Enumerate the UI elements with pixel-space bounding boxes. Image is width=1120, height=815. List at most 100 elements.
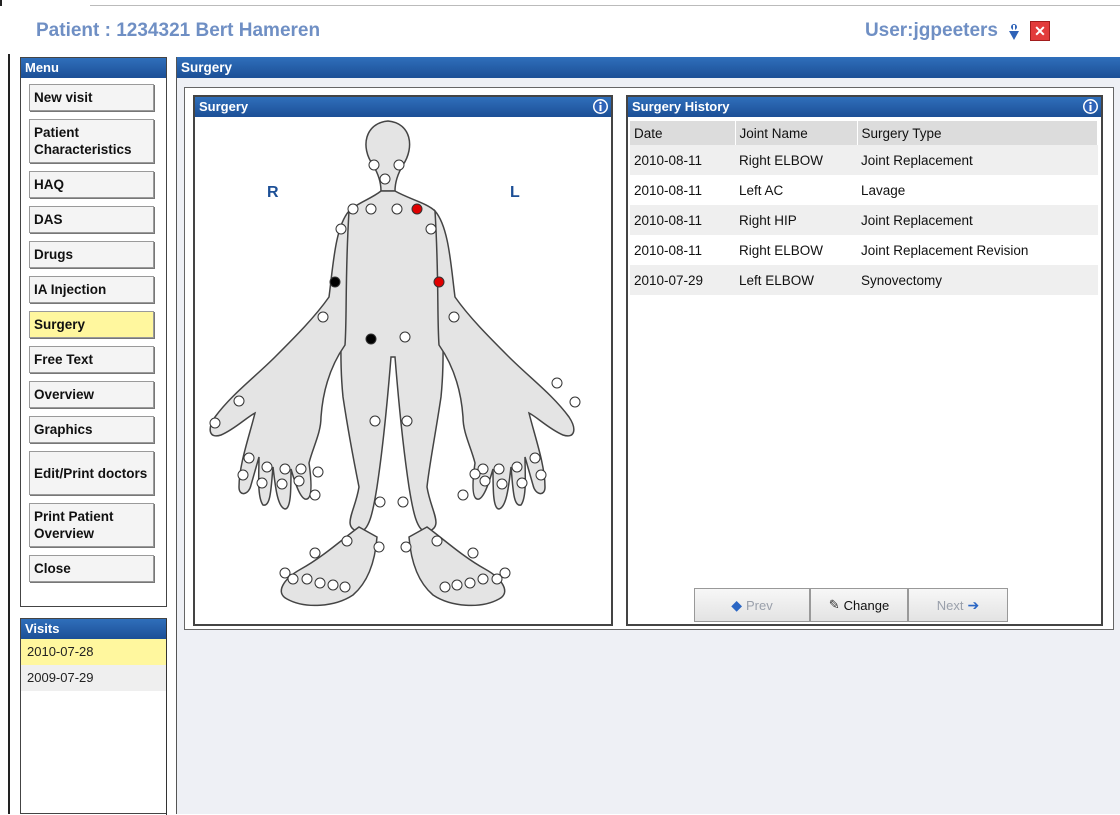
joint-marker-normal[interactable]	[535, 469, 547, 481]
menu-item-overview[interactable]: Overview	[29, 381, 154, 408]
joint-marker-normal[interactable]	[368, 159, 380, 171]
joint-marker-normal[interactable]	[448, 311, 460, 323]
joint-marker-normal[interactable]	[493, 463, 505, 475]
joint-marker-normal[interactable]	[457, 489, 469, 501]
info-icon[interactable]	[1004, 21, 1024, 41]
joint-marker-normal[interactable]	[397, 496, 409, 508]
joint-marker-normal[interactable]	[335, 223, 347, 235]
joint-marker-normal[interactable]	[431, 535, 443, 547]
arrow-left-icon: ◆	[731, 596, 743, 613]
joint-marker-normal[interactable]	[301, 573, 313, 585]
joint-marker-normal[interactable]	[379, 173, 391, 185]
joint-marker-normal[interactable]	[400, 541, 412, 553]
joint-marker-normal[interactable]	[374, 496, 386, 508]
joint-marker-normal[interactable]	[393, 159, 405, 171]
joint-marker-normal[interactable]	[261, 461, 273, 473]
info-icon[interactable]	[592, 98, 609, 115]
history-pager: ◆ Prev ✎ Change Next ➔	[694, 588, 1008, 622]
joint-marker-normal[interactable]	[451, 579, 463, 591]
joint-marker-normal[interactable]	[339, 581, 351, 593]
joint-marker-normal[interactable]	[327, 579, 339, 591]
menu-item-graphics[interactable]: Graphics	[29, 416, 154, 443]
joint-marker-normal[interactable]	[347, 203, 359, 215]
menu-item-new-visit[interactable]: New visit	[29, 84, 154, 111]
joint-marker-normal[interactable]	[496, 478, 508, 490]
menu-panel: Menu New visit Patient Characteristics H…	[20, 57, 167, 607]
joint-marker-normal[interactable]	[399, 331, 411, 343]
joint-marker-normal[interactable]	[295, 463, 307, 475]
joint-marker-normal[interactable]	[467, 547, 479, 559]
close-icon[interactable]: ✕	[1030, 21, 1050, 41]
joint-marker-normal[interactable]	[233, 395, 245, 407]
joint-marker-black[interactable]	[329, 276, 341, 288]
main-header: Surgery	[177, 57, 1120, 78]
next-button[interactable]: Next ➔	[908, 588, 1008, 622]
visit-item[interactable]: 2010-07-28	[21, 639, 166, 665]
menu-list: New visit Patient Characteristics HAQ DA…	[21, 78, 166, 582]
menu-item-print-patient-overview[interactable]: Print Patient Overview	[29, 503, 154, 547]
joint-marker-normal[interactable]	[341, 535, 353, 547]
joint-marker-normal[interactable]	[516, 477, 528, 489]
menu-item-surgery[interactable]: Surgery	[29, 311, 154, 338]
table-row[interactable]: 2010-07-29 Left ELBOW Synovectomy	[630, 265, 1098, 295]
joint-marker-normal[interactable]	[309, 489, 321, 501]
joint-marker-black[interactable]	[365, 333, 377, 345]
table-row[interactable]: 2010-08-11 Left AC Lavage	[630, 175, 1098, 205]
joint-marker-normal[interactable]	[439, 581, 451, 593]
joint-marker-normal[interactable]	[369, 415, 381, 427]
surgery-history-panel: Surgery History Date Joint Name Surgery …	[626, 95, 1103, 626]
body-diagram[interactable]: R L	[195, 117, 611, 624]
column-header-surgery-type[interactable]: Surgery Type	[857, 121, 1098, 145]
joint-marker-normal[interactable]	[309, 547, 321, 559]
menu-item-patient-characteristics[interactable]: Patient Characteristics	[29, 119, 154, 163]
joint-marker-normal[interactable]	[365, 203, 377, 215]
surgery-history-header: Surgery History	[628, 97, 1101, 117]
joint-marker-normal[interactable]	[237, 469, 249, 481]
joint-marker-normal[interactable]	[477, 573, 489, 585]
menu-item-ia-injection[interactable]: IA Injection	[29, 276, 154, 303]
joint-marker-normal[interactable]	[256, 477, 268, 489]
menu-item-drugs[interactable]: Drugs	[29, 241, 154, 268]
right-side-label: R	[267, 184, 279, 201]
table-row[interactable]: 2010-08-11 Right HIP Joint Replacement	[630, 205, 1098, 235]
joint-marker-normal[interactable]	[529, 452, 541, 464]
menu-item-free-text[interactable]: Free Text	[29, 346, 154, 373]
joint-marker-normal[interactable]	[401, 415, 413, 427]
table-row[interactable]: 2010-08-11 Right ELBOW Joint Replacement	[630, 145, 1098, 175]
joint-marker-red[interactable]	[433, 276, 445, 288]
joint-marker-normal[interactable]	[293, 475, 305, 487]
joint-marker-normal[interactable]	[391, 203, 403, 215]
menu-item-edit-print-doctors[interactable]: Edit/Print doctors	[29, 451, 154, 495]
joint-marker-normal[interactable]	[312, 466, 324, 478]
patient-title: Patient : 1234321 Bert Hameren	[36, 20, 321, 41]
menu-item-close[interactable]: Close	[29, 555, 154, 582]
menu-item-haq[interactable]: HAQ	[29, 171, 154, 198]
column-header-date[interactable]: Date	[630, 121, 736, 145]
joint-marker-normal[interactable]	[469, 468, 481, 480]
joint-marker-normal[interactable]	[479, 475, 491, 487]
joint-marker-normal[interactable]	[276, 478, 288, 490]
change-button[interactable]: ✎ Change	[810, 588, 908, 622]
menu-item-das[interactable]: DAS	[29, 206, 154, 233]
joint-marker-normal[interactable]	[464, 577, 476, 589]
joint-marker-normal[interactable]	[287, 573, 299, 585]
joint-marker-normal[interactable]	[317, 311, 329, 323]
joint-marker-normal[interactable]	[243, 452, 255, 464]
joint-marker-normal[interactable]	[373, 541, 385, 553]
joint-marker-normal[interactable]	[491, 573, 503, 585]
column-header-joint-name[interactable]: Joint Name	[735, 121, 858, 145]
visit-item[interactable]: 2009-07-29	[21, 665, 166, 691]
joint-marker-normal[interactable]	[209, 417, 221, 429]
info-icon[interactable]	[1082, 98, 1099, 115]
joint-marker-red[interactable]	[411, 203, 423, 215]
visits-header: Visits	[21, 619, 166, 639]
joint-marker-normal[interactable]	[425, 223, 437, 235]
left-side-label: L	[510, 184, 520, 201]
joint-marker-normal[interactable]	[569, 396, 581, 408]
joint-marker-normal[interactable]	[279, 463, 291, 475]
prev-button[interactable]: ◆ Prev	[694, 588, 810, 622]
joint-marker-normal[interactable]	[511, 461, 523, 473]
table-row[interactable]: 2010-08-11 Right ELBOW Joint Replacement…	[630, 235, 1098, 265]
joint-marker-normal[interactable]	[314, 577, 326, 589]
joint-marker-normal[interactable]	[551, 377, 563, 389]
